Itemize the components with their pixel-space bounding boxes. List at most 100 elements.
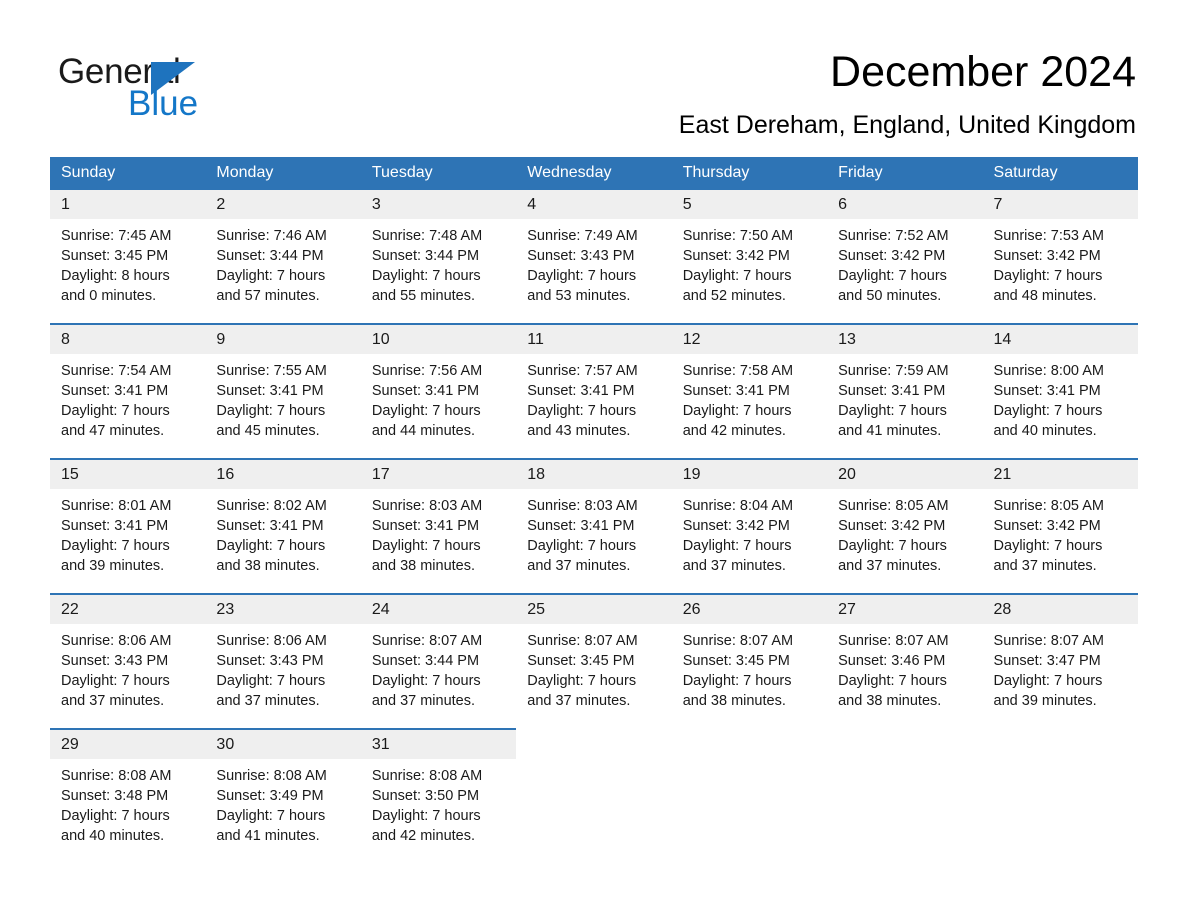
day-cell[interactable]: Sunrise: 8:08 AM Sunset: 3:50 PM Dayligh…	[360, 759, 517, 863]
daylight-text-line1: Daylight: 7 hours	[371, 268, 481, 284]
day-cell[interactable]: Sunrise: 7:46 AM Sunset: 3:44 PM Dayligh…	[205, 219, 361, 324]
day-number[interactable]: 28	[982, 593, 1138, 624]
sunset-text: Sunset: 3:44 PM	[216, 248, 324, 264]
calendar-page: General Blue December 2024 East Dereham,…	[0, 0, 1188, 918]
day-detail-row: Sunrise: 8:01 AM Sunset: 3:41 PM Dayligh…	[50, 489, 1138, 594]
day-number[interactable]: 30	[205, 728, 361, 759]
day-cell[interactable]: Sunrise: 8:02 AM Sunset: 3:41 PM Dayligh…	[205, 489, 361, 594]
daylight-text-line2: and 42 minutes.	[371, 828, 476, 844]
sunset-text: Sunset: 3:41 PM	[216, 383, 324, 399]
daylight-text-line2: and 55 minutes.	[371, 288, 476, 304]
day-cell[interactable]: Sunrise: 7:59 AM Sunset: 3:41 PM Dayligh…	[827, 354, 983, 459]
day-number[interactable]: 3	[360, 190, 517, 219]
daylight-text-line2: and 50 minutes.	[838, 288, 942, 304]
day-cell[interactable]: Sunrise: 8:00 AM Sunset: 3:41 PM Dayligh…	[982, 354, 1138, 459]
day-number[interactable]: 2	[205, 190, 361, 219]
sunrise-text: Sunrise: 7:59 AM	[838, 363, 949, 379]
daylight-text-line1: Daylight: 7 hours	[61, 538, 170, 554]
sunrise-text: Sunrise: 8:02 AM	[216, 498, 327, 514]
day-cell[interactable]: Sunrise: 8:04 AM Sunset: 3:42 PM Dayligh…	[671, 489, 828, 594]
day-cell[interactable]: Sunrise: 8:07 AM Sunset: 3:46 PM Dayligh…	[827, 624, 983, 729]
day-cell[interactable]: Sunrise: 7:55 AM Sunset: 3:41 PM Dayligh…	[205, 354, 361, 459]
sunset-text: Sunset: 3:43 PM	[216, 653, 324, 669]
day-number[interactable]: 14	[982, 323, 1138, 354]
day-number[interactable]: 19	[671, 458, 828, 489]
day-cell[interactable]: Sunrise: 7:45 AM Sunset: 3:45 PM Dayligh…	[50, 219, 206, 324]
daylight-text-line1: Daylight: 7 hours	[216, 808, 326, 824]
sunrise-text: Sunrise: 7:57 AM	[527, 363, 638, 379]
day-number[interactable]: 22	[50, 593, 206, 624]
day-number[interactable]: 8	[50, 323, 206, 354]
daylight-text-line2: and 41 minutes.	[216, 828, 320, 844]
day-number[interactable]: 27	[827, 593, 983, 624]
day-cell[interactable]: Sunrise: 7:56 AM Sunset: 3:41 PM Dayligh…	[360, 354, 517, 459]
day-cell[interactable]: Sunrise: 8:03 AM Sunset: 3:41 PM Dayligh…	[360, 489, 517, 594]
sunrise-text: Sunrise: 8:08 AM	[371, 768, 483, 784]
daylight-text-line2: and 38 minutes.	[371, 558, 476, 574]
day-cell[interactable]: Sunrise: 8:08 AM Sunset: 3:49 PM Dayligh…	[205, 759, 361, 863]
day-number[interactable]: 13	[827, 323, 983, 354]
page-header: General Blue December 2024 East Dereham,…	[0, 0, 1188, 155]
day-cell[interactable]: Sunrise: 8:03 AM Sunset: 3:41 PM Dayligh…	[516, 489, 672, 594]
day-cell[interactable]: Sunrise: 8:01 AM Sunset: 3:41 PM Dayligh…	[50, 489, 206, 594]
day-cell[interactable]: Sunrise: 7:50 AM Sunset: 3:42 PM Dayligh…	[671, 219, 828, 324]
day-cell[interactable]: Sunrise: 7:57 AM Sunset: 3:41 PM Dayligh…	[516, 354, 672, 459]
day-number[interactable]: 16	[205, 458, 361, 489]
daylight-text-line2: and 37 minutes.	[527, 693, 631, 709]
day-cell[interactable]: Sunrise: 8:05 AM Sunset: 3:42 PM Dayligh…	[827, 489, 983, 594]
daylight-text-line1: Daylight: 7 hours	[993, 268, 1103, 284]
day-number[interactable]: 11	[516, 323, 672, 354]
day-number[interactable]: 23	[205, 593, 361, 624]
day-number[interactable]: 7	[982, 190, 1138, 219]
day-number[interactable]: 18	[516, 458, 672, 489]
day-number[interactable]: 17	[360, 458, 517, 489]
day-number[interactable]: 20	[827, 458, 983, 489]
day-number[interactable]: 9	[205, 323, 361, 354]
sunrise-text: Sunrise: 8:01 AM	[61, 498, 172, 514]
day-cell[interactable]: Sunrise: 8:06 AM Sunset: 3:43 PM Dayligh…	[205, 624, 361, 729]
day-cell[interactable]: Sunrise: 8:07 AM Sunset: 3:44 PM Dayligh…	[360, 624, 517, 729]
sunset-text: Sunset: 3:46 PM	[838, 653, 946, 669]
day-cell[interactable]: Sunrise: 7:49 AM Sunset: 3:43 PM Dayligh…	[516, 219, 672, 324]
day-number[interactable]: 25	[516, 593, 672, 624]
day-cell[interactable]: Sunrise: 7:52 AM Sunset: 3:42 PM Dayligh…	[827, 219, 983, 324]
day-number[interactable]: 12	[671, 323, 828, 354]
day-cell[interactable]: Sunrise: 8:07 AM Sunset: 3:47 PM Dayligh…	[982, 624, 1138, 729]
daylight-text-line1: Daylight: 7 hours	[682, 403, 792, 419]
day-number[interactable]: 6	[827, 190, 983, 219]
daylight-text-line2: and 53 minutes.	[527, 288, 631, 304]
sunset-text: Sunset: 3:45 PM	[682, 653, 790, 669]
day-number[interactable]: 10	[360, 323, 517, 354]
day-cell[interactable]: Sunrise: 7:54 AM Sunset: 3:41 PM Dayligh…	[50, 354, 206, 459]
day-cell[interactable]: Sunrise: 7:53 AM Sunset: 3:42 PM Dayligh…	[982, 219, 1138, 324]
day-cell[interactable]: Sunrise: 8:05 AM Sunset: 3:42 PM Dayligh…	[982, 489, 1138, 594]
weekday-header-row: Sunday Monday Tuesday Wednesday Thursday…	[50, 157, 1138, 190]
day-number[interactable]: 31	[360, 728, 517, 759]
daylight-text-line1: Daylight: 7 hours	[216, 268, 326, 284]
daylight-text-line2: and 0 minutes.	[61, 288, 157, 304]
day-cell[interactable]: Sunrise: 8:07 AM Sunset: 3:45 PM Dayligh…	[516, 624, 672, 729]
day-number[interactable]: 4	[516, 190, 672, 219]
day-number[interactable]: 5	[671, 190, 828, 219]
day-cell[interactable]: Sunrise: 8:06 AM Sunset: 3:43 PM Dayligh…	[50, 624, 206, 729]
day-cell[interactable]: Sunrise: 7:58 AM Sunset: 3:41 PM Dayligh…	[671, 354, 828, 459]
day-number[interactable]: 29	[50, 728, 206, 759]
daylight-text-line1: Daylight: 7 hours	[527, 673, 637, 689]
day-number[interactable]: 21	[982, 458, 1138, 489]
daylight-text-line1: Daylight: 7 hours	[527, 403, 637, 419]
sunrise-text: Sunrise: 7:52 AM	[838, 228, 949, 244]
day-number[interactable]: 26	[671, 593, 828, 624]
day-cell[interactable]: Sunrise: 8:07 AM Sunset: 3:45 PM Dayligh…	[671, 624, 828, 729]
day-cell[interactable]: Sunrise: 7:48 AM Sunset: 3:44 PM Dayligh…	[360, 219, 517, 324]
generalblue-logo[interactable]: General Blue	[58, 52, 338, 123]
daylight-text-line1: Daylight: 7 hours	[993, 403, 1103, 419]
day-number[interactable]: 1	[50, 190, 206, 219]
daylight-text-line1: Daylight: 7 hours	[216, 673, 326, 689]
daylight-text-line1: Daylight: 7 hours	[993, 538, 1103, 554]
sunrise-text: Sunrise: 8:07 AM	[371, 633, 483, 649]
day-number[interactable]: 24	[360, 593, 517, 624]
calendar-grid: Sunday Monday Tuesday Wednesday Thursday…	[50, 157, 1138, 863]
day-number[interactable]: 15	[50, 458, 206, 489]
daylight-text-line1: Daylight: 7 hours	[61, 403, 170, 419]
day-cell[interactable]: Sunrise: 8:08 AM Sunset: 3:48 PM Dayligh…	[50, 759, 206, 863]
